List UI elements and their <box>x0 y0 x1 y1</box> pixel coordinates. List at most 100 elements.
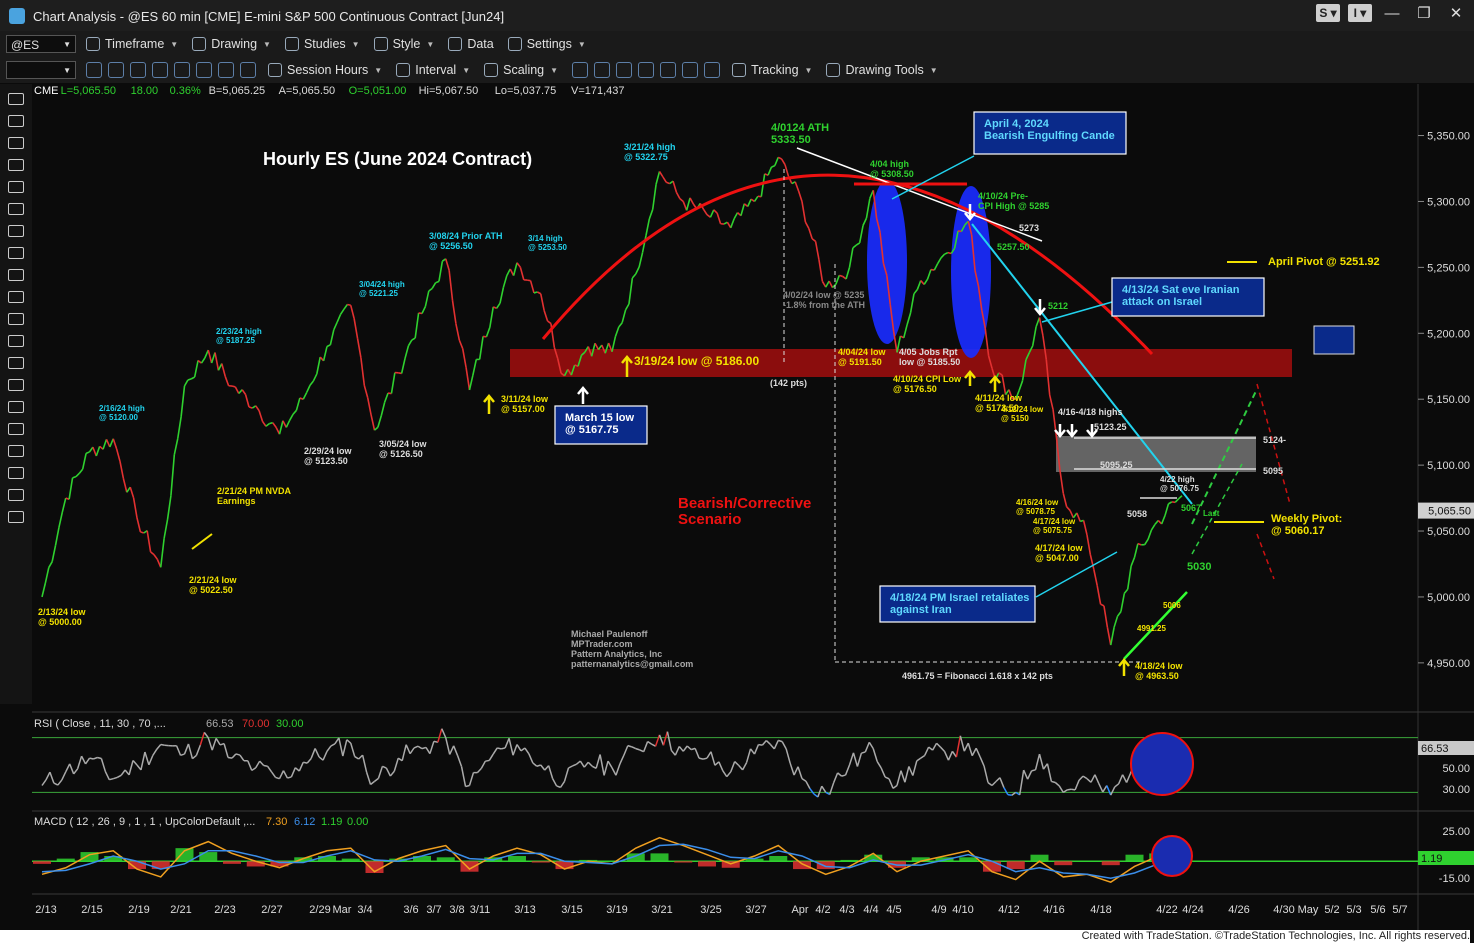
crosshair-tool-icon[interactable] <box>8 115 24 127</box>
trendline-tool-icon[interactable] <box>8 137 24 149</box>
annotation-label: 5058 <box>1127 509 1147 519</box>
session-hours-menu[interactable]: Session Hours ▼ <box>268 63 382 77</box>
scaling-icon <box>484 63 499 77</box>
line-icon[interactable] <box>616 62 633 78</box>
blue-ellipse-1 <box>867 180 907 344</box>
timeframe-menu[interactable]: Timeframe ▼ <box>86 37 178 51</box>
speed-lines-icon[interactable] <box>8 313 24 325</box>
i-button[interactable]: I ▾ <box>1348 4 1372 22</box>
annotation-label: 4/17/24 low @ 5075.75 <box>1033 517 1076 535</box>
annotation-label: 4991.25 <box>1137 624 1166 633</box>
x-tick-label: 4/2 <box>815 904 830 916</box>
save-icon[interactable] <box>196 62 212 78</box>
rsi-segment <box>97 756 102 760</box>
quote-chg: 18.00 <box>131 85 159 97</box>
refresh-icon[interactable] <box>174 62 190 78</box>
symbol-input[interactable]: @ES ▼ <box>6 35 76 53</box>
rsi-segment <box>485 759 490 762</box>
settings-menu[interactable]: Settings ▼ <box>507 37 586 51</box>
arrow-up-icon[interactable] <box>8 379 24 391</box>
x-tick-label: Apr <box>791 904 808 916</box>
y-tick-label: 5,250.00 <box>1427 262 1470 274</box>
ray-tool-icon[interactable] <box>8 247 24 259</box>
rsi-segment <box>702 757 708 760</box>
crosshair-icon[interactable] <box>108 62 124 78</box>
rsi-segment <box>1067 788 1072 791</box>
macd-highlight-circle <box>1151 835 1193 877</box>
macd-last-label: 1.19 <box>1421 853 1442 865</box>
data-icon <box>448 37 463 51</box>
rsi-segment <box>303 761 308 764</box>
x-tick-label: 3/21 <box>651 904 672 916</box>
interval-menu[interactable]: Interval ▼ <box>396 63 470 77</box>
ohlc-icon[interactable] <box>638 62 655 78</box>
studies-menu[interactable]: Studies ▼ <box>284 37 360 51</box>
grid-icon[interactable] <box>704 62 721 78</box>
rsi-segment <box>160 743 165 746</box>
x-tick-label: 5/7 <box>1392 904 1407 916</box>
cursor-icon[interactable] <box>86 62 102 78</box>
drawing-tools-menu[interactable]: Drawing Tools ▼ <box>826 63 938 77</box>
x-tick-label: 5/2 <box>1324 904 1339 916</box>
annotation-label: 2/29/24 low @ 5123.50 <box>304 446 353 466</box>
annotation-label: 5273 <box>1019 223 1039 233</box>
price-segment <box>347 303 351 307</box>
style-menu[interactable]: Style ▼ <box>373 37 434 51</box>
annotation-label: 3/11/24 low @ 5157.00 <box>501 394 549 414</box>
pointer-tool-icon[interactable] <box>8 93 24 105</box>
vertical-line-icon[interactable] <box>8 181 24 193</box>
print-icon[interactable] <box>240 62 256 78</box>
zoom-in-icon[interactable] <box>660 62 677 78</box>
price-segment <box>533 291 538 294</box>
layout-select[interactable]: ▼ <box>6 61 76 79</box>
x-tick-label: 3/19 <box>606 904 627 916</box>
channel-tool-icon[interactable] <box>8 203 24 215</box>
macd-histogram-bar <box>959 857 978 862</box>
zoom-out-icon[interactable] <box>682 62 699 78</box>
scaling-menu[interactable]: Scaling ▼ <box>484 63 558 77</box>
lock-icon[interactable] <box>8 511 24 523</box>
ellipse-tool-icon[interactable] <box>8 423 24 435</box>
gann-tool-icon[interactable] <box>8 291 24 303</box>
arrow-down-icon[interactable] <box>8 401 24 413</box>
drawing-menu[interactable]: Drawing ▼ <box>192 37 271 51</box>
s-button[interactable]: S ▾ <box>1316 4 1340 22</box>
cycle-tool-icon[interactable] <box>8 335 24 347</box>
bars-icon[interactable] <box>572 62 589 78</box>
annotation-label: (142 pts) <box>770 378 807 388</box>
close-icon[interactable]: ✕ <box>1444 4 1468 22</box>
tracking-menu[interactable]: Tracking ▼ <box>732 63 812 77</box>
arc-tool-icon[interactable] <box>8 357 24 369</box>
candles-icon[interactable] <box>594 62 611 78</box>
macd-histogram-bar <box>1030 854 1049 862</box>
quote-V: V=171,437 <box>571 85 625 97</box>
drawing-sidebar <box>0 84 32 704</box>
horizontal-line-icon[interactable] <box>8 159 24 171</box>
search-icon[interactable] <box>152 62 168 78</box>
restore-icon[interactable]: ❐ <box>1412 4 1436 22</box>
macd-zero: 0.00 <box>347 816 368 828</box>
annotation-label: 3/05/24 low @ 5126.50 <box>379 439 428 459</box>
minimize-icon[interactable]: — <box>1380 5 1404 22</box>
quote-Lo: Lo=5,037.75 <box>495 85 556 97</box>
price-segment <box>248 406 253 409</box>
macd-histogram-bar <box>1054 861 1073 866</box>
x-tick-label: 3/15 <box>561 904 582 916</box>
x-tick-label: 3/27 <box>745 904 766 916</box>
window-icon[interactable] <box>130 62 146 78</box>
text-tool-icon[interactable] <box>8 467 24 479</box>
data-menu[interactable]: Data <box>448 37 494 51</box>
bar-type-icons <box>572 62 721 78</box>
annotation-label: 4/17/24 low @ 5047.00 <box>1035 543 1084 563</box>
bars-tool-icon[interactable] <box>8 269 24 281</box>
annotation-label: 4/16-4/18 highs <box>1058 407 1123 417</box>
fibonacci-tool-icon[interactable] <box>8 225 24 237</box>
x-tick-label: 3/8 <box>449 904 464 916</box>
chart-canvas[interactable]: 4,950.00 5,000.00 5,050.00 5,100.00 5,150.00… <box>32 84 1474 930</box>
eraser-icon[interactable] <box>8 489 24 501</box>
copy-icon[interactable] <box>218 62 234 78</box>
chart-title: Hourly ES (June 2024 Contract) <box>263 149 532 169</box>
rectangle-tool-icon[interactable] <box>8 445 24 457</box>
macd-histogram-bar <box>246 861 265 867</box>
footer-credit: Created with TradeStation. ©TradeStation… <box>0 930 1470 943</box>
